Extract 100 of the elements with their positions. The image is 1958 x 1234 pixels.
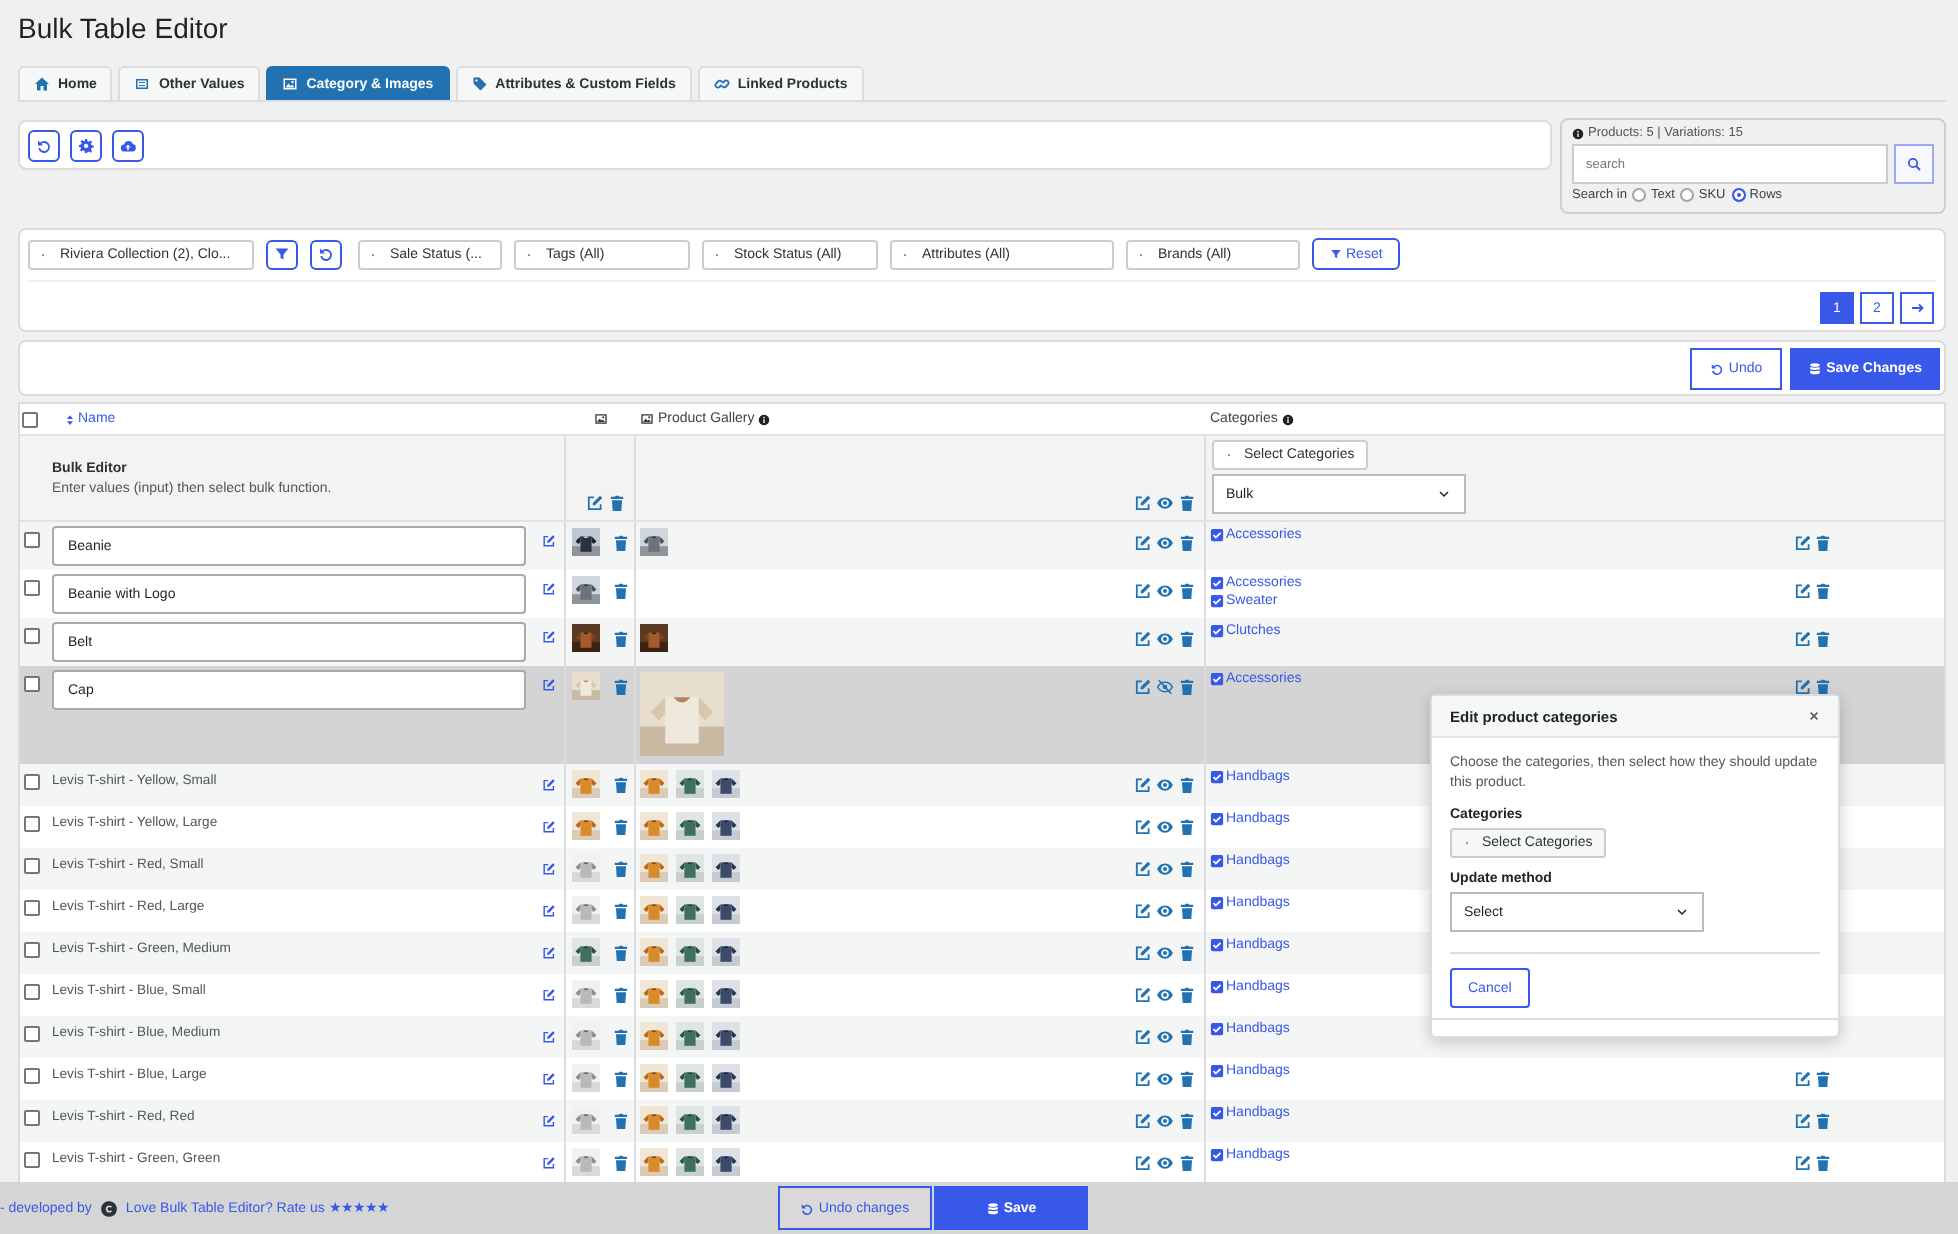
edit-icon[interactable]	[1794, 534, 1812, 552]
edit-icon[interactable]	[542, 630, 556, 644]
edit-icon[interactable]	[1794, 678, 1812, 696]
edit-icon[interactable]	[542, 778, 556, 792]
trash-icon[interactable]	[612, 582, 630, 600]
trash-icon[interactable]	[1178, 494, 1196, 512]
upload-button[interactable]	[112, 129, 144, 161]
edit-icon[interactable]	[542, 820, 556, 834]
trash-icon[interactable]	[612, 1028, 630, 1046]
radio-button[interactable]	[1632, 188, 1647, 202]
checkbox[interactable]	[22, 411, 38, 427]
trash-icon[interactable]	[612, 630, 630, 648]
edit-icon[interactable]	[542, 1030, 556, 1044]
eye-icon[interactable]	[1156, 494, 1174, 512]
edit-icon[interactable]	[542, 1072, 556, 1086]
edit-icon[interactable]	[542, 862, 556, 876]
trash-icon[interactable]	[612, 1112, 630, 1130]
trash-icon[interactable]	[612, 1070, 630, 1088]
edit-icon[interactable]	[1794, 630, 1812, 648]
edit-icon[interactable]	[1134, 678, 1152, 696]
edit-icon[interactable]	[1134, 902, 1152, 920]
trash-icon[interactable]	[612, 860, 630, 878]
checkbox[interactable]	[24, 676, 40, 692]
checkbox[interactable]	[24, 1068, 40, 1084]
trash-icon[interactable]	[608, 494, 626, 512]
trash-icon[interactable]	[1178, 818, 1196, 836]
trash-icon[interactable]	[1178, 1070, 1196, 1088]
eye-icon[interactable]	[1156, 534, 1174, 552]
edit-icon[interactable]	[1134, 944, 1152, 962]
trash-icon[interactable]	[612, 986, 630, 1004]
checkbox[interactable]	[24, 942, 40, 958]
edit-icon[interactable]	[542, 534, 556, 548]
edit-icon[interactable]	[1794, 582, 1812, 600]
reset-filter-button[interactable]	[310, 239, 342, 269]
edit-icon[interactable]	[1794, 1070, 1812, 1088]
next-page-button[interactable]	[1900, 292, 1934, 324]
edit-icon[interactable]	[1134, 1028, 1152, 1046]
settings-button[interactable]	[70, 129, 102, 161]
edit-icon[interactable]	[542, 946, 556, 960]
eye-icon[interactable]	[1156, 818, 1174, 836]
eye-icon[interactable]	[1156, 582, 1174, 600]
search-button[interactable]	[1894, 144, 1934, 184]
trash-icon[interactable]	[1178, 630, 1196, 648]
trash-icon[interactable]	[612, 776, 630, 794]
edit-icon[interactable]	[1134, 776, 1152, 794]
eye-icon[interactable]	[1156, 1028, 1174, 1046]
checkbox[interactable]	[24, 774, 40, 790]
edit-icon[interactable]	[1134, 986, 1152, 1004]
checkbox[interactable]	[24, 580, 40, 596]
edit-icon[interactable]	[1134, 630, 1152, 648]
eye-slash-icon[interactable]	[1156, 678, 1174, 696]
edit-icon[interactable]	[1134, 1112, 1152, 1130]
trash-icon[interactable]	[612, 944, 630, 962]
edit-icon[interactable]	[542, 1156, 556, 1170]
trash-icon[interactable]	[1178, 860, 1196, 878]
trash-icon[interactable]	[1178, 534, 1196, 552]
trash-icon[interactable]	[1178, 902, 1196, 920]
trash-icon[interactable]	[1178, 1154, 1196, 1172]
edit-icon[interactable]	[542, 678, 556, 692]
eye-icon[interactable]	[1156, 902, 1174, 920]
edit-icon[interactable]	[586, 494, 604, 512]
checkbox[interactable]	[24, 1110, 40, 1126]
edit-icon[interactable]	[1134, 494, 1152, 512]
edit-icon[interactable]	[1134, 534, 1152, 552]
eye-icon[interactable]	[1156, 1112, 1174, 1130]
radio-button[interactable]	[1680, 188, 1695, 202]
undo-button[interactable]	[28, 129, 60, 161]
eye-icon[interactable]	[1156, 1154, 1174, 1172]
trash-icon[interactable]	[1178, 678, 1196, 696]
edit-icon[interactable]	[542, 582, 556, 596]
filter-button[interactable]	[266, 239, 298, 269]
edit-icon[interactable]	[1794, 1154, 1812, 1172]
trash-icon[interactable]	[612, 1154, 630, 1172]
checkbox[interactable]	[24, 628, 40, 644]
trash-icon[interactable]	[612, 678, 630, 696]
eye-icon[interactable]	[1156, 1070, 1174, 1088]
trash-icon[interactable]	[612, 534, 630, 552]
edit-icon[interactable]	[1134, 1154, 1152, 1172]
trash-icon[interactable]	[1178, 944, 1196, 962]
trash-icon[interactable]	[1178, 776, 1196, 794]
edit-icon[interactable]	[1794, 1112, 1812, 1130]
checkbox[interactable]	[24, 1026, 40, 1042]
edit-icon[interactable]	[1134, 1070, 1152, 1088]
checkbox[interactable]	[24, 900, 40, 916]
edit-icon[interactable]	[542, 904, 556, 918]
trash-icon[interactable]	[1178, 1112, 1196, 1130]
edit-icon[interactable]	[1134, 582, 1152, 600]
radio-button[interactable]	[1731, 188, 1746, 202]
checkbox[interactable]	[24, 858, 40, 874]
trash-icon[interactable]	[1178, 986, 1196, 1004]
eye-icon[interactable]	[1156, 860, 1174, 878]
checkbox[interactable]	[24, 532, 40, 548]
eye-icon[interactable]	[1156, 776, 1174, 794]
trash-icon[interactable]	[612, 818, 630, 836]
checkbox[interactable]	[24, 816, 40, 832]
trash-icon[interactable]	[1178, 1028, 1196, 1046]
eye-icon[interactable]	[1156, 944, 1174, 962]
trash-icon[interactable]	[612, 902, 630, 920]
edit-icon[interactable]	[542, 988, 556, 1002]
checkbox[interactable]	[24, 984, 40, 1000]
